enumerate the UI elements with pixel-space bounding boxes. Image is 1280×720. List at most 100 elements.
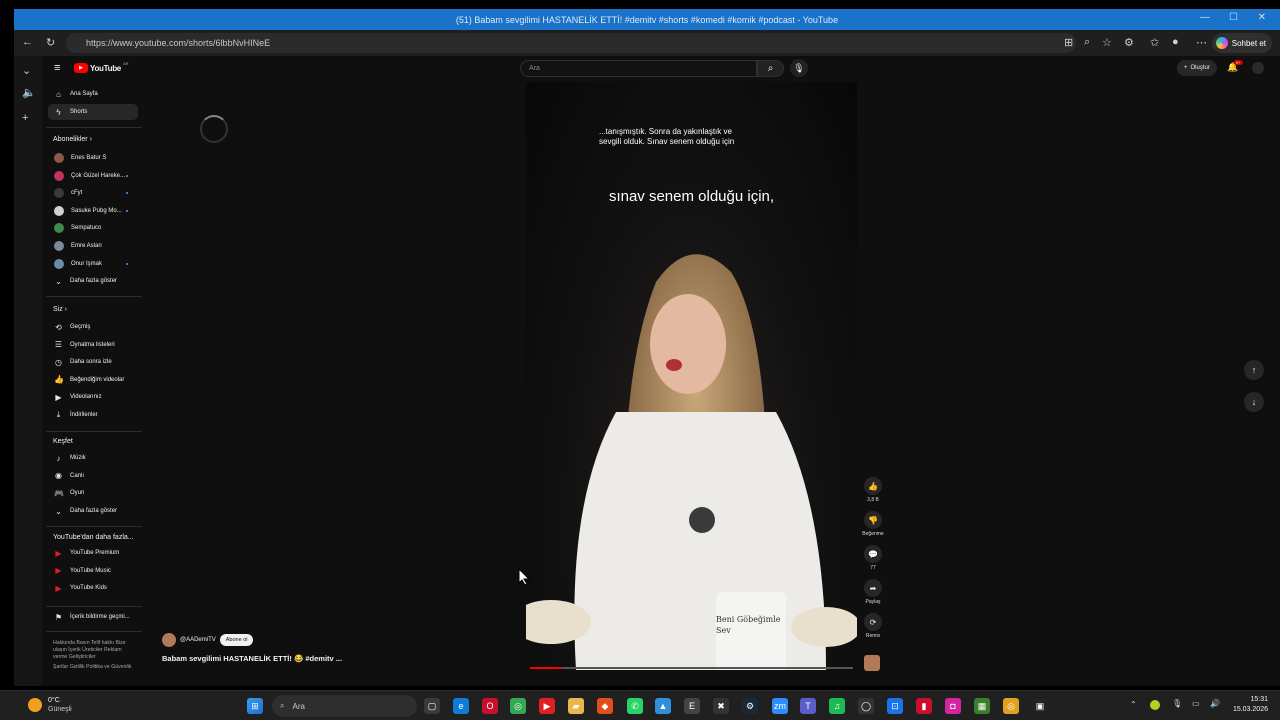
zoom-icon[interactable]: zm [772,698,788,714]
search-button[interactable]: ⌕ [757,60,784,77]
comments-button[interactable]: 💬 77 [862,545,884,571]
terminal-icon[interactable]: ▣ [1032,698,1048,714]
photos-icon[interactable]: ▲ [655,698,671,714]
chevron-down-icon[interactable]: ⌄ [22,64,31,77]
sidebar-item-youtube-app[interactable]: ▶ YouTube Music [48,563,138,579]
sidebar-item-youtube-app[interactable]: ▶ YouTube Premium [48,545,138,561]
zoom-icon[interactable]: ⌕ [1084,36,1090,49]
steam-icon[interactable]: ⚙ [742,698,758,714]
favorite-star-icon[interactable]: ☆ [1102,36,1112,49]
more-icon[interactable]: ⋯ [1196,36,1207,49]
channel-name[interactable]: @AADemiTV [180,637,216,643]
home-icon: ⌂ [56,89,61,99]
url-text: https://www.youtube.com/shorts/6lbbNvHIN… [86,38,271,48]
address-bar[interactable]: https://www.youtube.com/shorts/6lbbNvHIN… [66,33,1076,53]
sidebar-item-video[interactable]: ▶ Videolarınız [48,389,138,405]
next-video-button[interactable]: ↓ [1244,392,1264,412]
explore-show-more-button[interactable]: ⌄ Daha fazla göster [48,503,138,519]
minimize-icon[interactable]: — [1200,12,1210,23]
weather-icon[interactable] [28,698,42,712]
reload-icon[interactable]: ↻ [46,36,55,49]
sidebar-item-subscription[interactable]: cFyt [48,185,138,201]
avatar[interactable] [1252,62,1264,74]
chrome-alt-icon[interactable]: ◎ [1003,698,1019,714]
sidebar-item-download[interactable]: ⤓ İndirilenler [48,407,138,423]
sidebar-item-history[interactable]: ⟲ Geçmiş [48,319,138,335]
search-input[interactable]: Ara [520,60,757,77]
volume-icon[interactable]: 🔊 [1210,699,1220,708]
comment-count: 77 [870,565,876,571]
app-icon[interactable]: ⊞ [1064,36,1073,49]
sidebar-item-youtube-app[interactable]: ▶ YouTube Kids [48,580,138,596]
sidebar-item-label: YouTube Kids [70,585,107,591]
sidebar-item-game[interactable]: 🎮 Oyun [48,485,138,501]
remix-button[interactable]: ⟳ Remix [862,613,884,639]
channel-avatar[interactable] [162,633,176,647]
extensions-icon[interactable]: ⚙ [1124,36,1134,49]
app-icon[interactable]: ✖ [713,698,729,714]
back-icon[interactable]: ← [22,36,33,48]
tray-app-icon[interactable] [1150,700,1160,710]
sidebar-item-live[interactable]: ◉ Canlı [48,468,138,484]
sidebar-item-music[interactable]: ♪ Müzik [48,450,138,466]
sidebar-item-playlist[interactable]: ☰ Oynatma listeleri [48,337,138,353]
instagram-icon[interactable]: ◘ [945,698,961,714]
clock[interactable]: 15:31 15.03.2026 [1226,695,1268,715]
folder-icon[interactable]: ▰ [568,698,584,714]
sidebar-item-home[interactable]: ⌂ Ana Sayfa [48,86,138,102]
previous-video-button[interactable]: ↑ [1244,360,1264,380]
thumbs-up-icon: 👍 [864,477,882,495]
subscribe-button[interactable]: Abone ol [219,634,254,646]
sidebar-item-subscription[interactable]: Sasuke Pubg Mo... [48,203,138,219]
dislike-button[interactable]: 👎 Beğenme [862,511,884,537]
epic-games-icon[interactable]: E [684,698,700,714]
speaker-icon[interactable]: 🔈 [22,86,36,99]
sidebar-item-subscription[interactable]: Onur Işmak [48,256,138,272]
video-progress-bar[interactable] [530,667,853,669]
sidebar-item-clock[interactable]: ◷ Daha sonra izle [48,354,138,370]
mic-tray-icon[interactable]: 🎙 [1172,699,1182,708]
like-button[interactable]: 👍 3,8 B [862,477,884,503]
short-video-player[interactable]: ...tanışmıştık. Sonra da yakınlaştık ve … [526,82,857,670]
maximize-icon[interactable]: ☐ [1229,12,1238,23]
you-header[interactable]: Siz › [53,306,67,313]
show-more-button[interactable]: ⌄ Daha fazla göster [48,273,138,289]
taskbar-search[interactable]: ⌕ Ara [272,695,417,717]
sidebar-footer[interactable]: Hakkında Basın Telif hakkı Bize ulaşın İ… [53,640,133,671]
sidebar-item-subscription[interactable]: Emre Aslan [48,238,138,254]
spotify-icon[interactable]: ♫ [829,698,845,714]
file-manager-icon[interactable]: ▢ [424,698,440,714]
add-icon[interactable]: + [22,112,28,124]
brave-icon[interactable]: ◆ [597,698,613,714]
sidebar-item-shorts[interactable]: ϟ Shorts [48,104,138,120]
video-title[interactable]: Babam sevgilimi HASTANELİK ETTİ! 😂 #demi… [162,654,342,663]
sidebar-item-subscription[interactable]: Enes Batur S [48,150,138,166]
weather-widget[interactable]: 0°C Güneşli [48,696,72,714]
favorites-icon[interactable]: ✩ [1150,36,1159,49]
close-icon[interactable]: ✕ [1258,12,1266,23]
profile-icon[interactable]: ● [1172,36,1179,48]
github-icon[interactable]: ◯ [858,698,874,714]
share-button[interactable]: ➦ Paylaş [862,579,884,605]
chat-button[interactable]: Sohbet et [1211,33,1272,53]
sound-thumbnail[interactable] [864,655,880,671]
sidebar-item-subscription[interactable]: Çok Güzel Hareke... [48,168,138,184]
subscriptions-header[interactable]: Abonelikler › [53,136,92,143]
store-icon[interactable]: ⊡ [887,698,903,714]
opera-icon[interactable]: O [482,698,498,714]
sidebar-item-thumbs-up[interactable]: 👍 Beğendiğim videolar [48,372,138,388]
gallery-icon[interactable]: ▦ [974,698,990,714]
app-red-icon[interactable]: ▮ [916,698,932,714]
sidebar-item-subscription[interactable]: Sempatuco [48,220,138,236]
network-icon[interactable]: ▭ [1192,699,1200,708]
chrome-icon[interactable]: ◎ [510,698,526,714]
edge-icon[interactable]: e [453,698,469,714]
mic-button[interactable]: 🎙 [790,59,808,77]
report-history-item[interactable]: ⚑ İçerik bildirme geçmi... [48,609,138,625]
tray-chevron-icon[interactable]: ⌃ [1130,700,1137,709]
start-icon[interactable]: ⊞ [247,698,263,714]
teams-icon[interactable]: T [800,698,816,714]
youtube-icon[interactable]: ▶ [539,698,555,714]
whatsapp-icon[interactable]: ✆ [627,698,643,714]
create-button[interactable]: + Oluştur [1177,60,1217,76]
